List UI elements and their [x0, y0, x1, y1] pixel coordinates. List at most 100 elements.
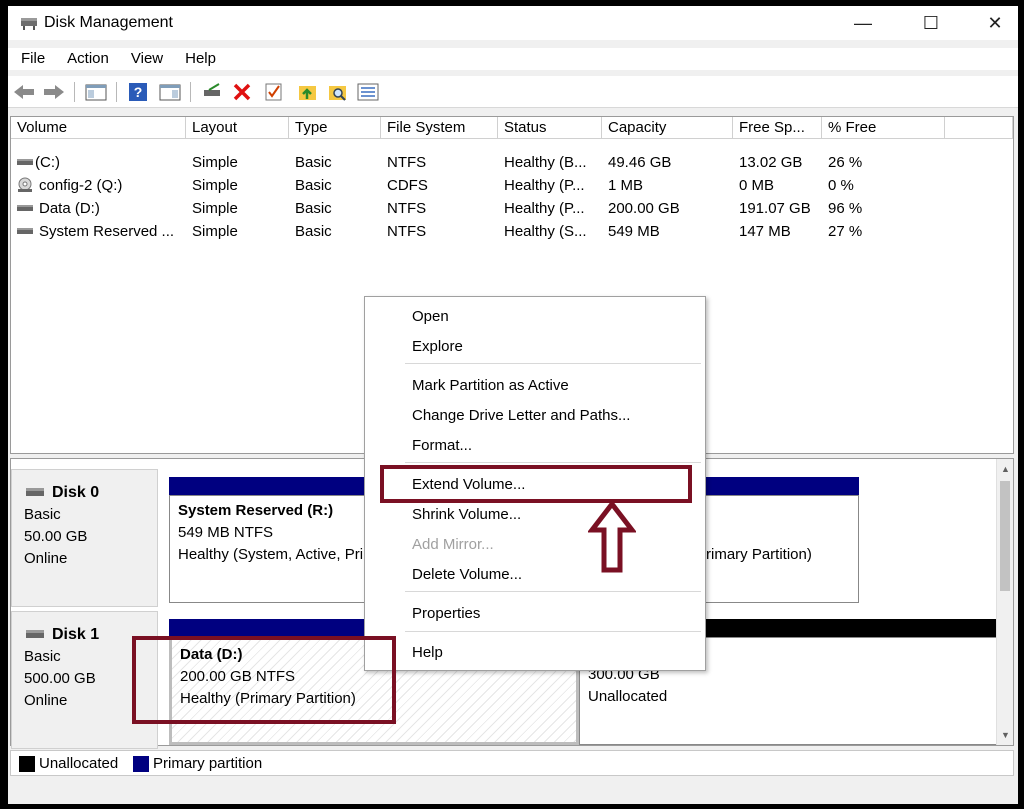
action-pane-icon[interactable] — [158, 80, 182, 104]
column-status[interactable]: Status — [498, 117, 602, 139]
status-bar — [8, 778, 1018, 804]
menu-action[interactable]: Action — [54, 48, 118, 70]
table-row[interactable]: (C:) Simple Basic NTFS Healthy (B... 49.… — [11, 151, 1013, 174]
cell-free-space: 0 MB — [739, 177, 775, 194]
disk-name: Disk 1 — [52, 626, 100, 643]
cell-file-system: NTFS — [387, 154, 427, 171]
maximize-button[interactable]: ☐ — [908, 6, 954, 40]
menu-item-change-drive-letter[interactable]: Change Drive Letter and Paths... — [412, 402, 630, 430]
menu-separator — [405, 462, 701, 463]
minimize-button[interactable]: — — [840, 6, 886, 40]
connect-drive-icon[interactable] — [200, 80, 224, 104]
toolbar: ? — [8, 76, 1018, 108]
menu-item-help[interactable]: Help — [412, 639, 443, 667]
partition-status: rimary Partition) — [706, 546, 812, 563]
table-row[interactable]: Data (D:) Simple Basic NTFS Healthy (P..… — [11, 197, 1013, 220]
partition-status: Unallocated — [588, 688, 668, 705]
scrollbar-thumb[interactable] — [1000, 481, 1010, 591]
folder-up-icon[interactable] — [296, 80, 320, 104]
menu-item-mark-active[interactable]: Mark Partition as Active — [412, 372, 569, 400]
menu-item-add-mirror: Add Mirror... — [412, 536, 494, 553]
cell-free-space: 191.07 GB — [739, 200, 811, 217]
menu-item-shrink-volume[interactable]: Shrink Volume... — [412, 501, 521, 529]
table-row[interactable]: System Reserved ... Simple Basic NTFS He… — [11, 220, 1013, 243]
cell-file-system: CDFS — [387, 177, 428, 194]
cell-free-space: 147 MB — [739, 223, 791, 240]
cell-volume: Data (D:) — [39, 200, 100, 217]
scroll-down-icon[interactable]: ▼ — [997, 727, 1014, 743]
cell-layout: Simple — [192, 200, 238, 217]
column-layout[interactable]: Layout — [186, 117, 289, 139]
menu-bar: File Action View Help — [8, 48, 1018, 70]
menu-view[interactable]: View — [118, 48, 172, 70]
extend-volume-highlight — [380, 465, 692, 503]
vertical-scrollbar[interactable]: ▲ ▼ — [996, 459, 1013, 745]
disk-0-info[interactable]: Disk 0 Basic 50.00 GB Online — [11, 469, 158, 607]
disk-management-icon — [21, 18, 37, 30]
cell-type: Basic — [295, 223, 332, 240]
menu-item-delete-volume[interactable]: Delete Volume... — [412, 561, 522, 589]
cell-status: Healthy (S... — [504, 223, 587, 240]
table-row[interactable]: config-2 (Q:) Simple Basic CDFS Healthy … — [11, 174, 1013, 197]
legend-bar: Unallocated Primary partition — [10, 750, 1014, 776]
column-percent-free[interactable]: % Free — [822, 117, 945, 139]
cell-capacity: 549 MB — [608, 223, 660, 240]
annotation-arrow-icon — [588, 500, 636, 573]
forward-arrow-icon[interactable] — [42, 80, 66, 104]
column-capacity[interactable]: Capacity — [602, 117, 733, 139]
cell-percent-free: 0 % — [828, 177, 854, 194]
cell-volume: config-2 (Q:) — [39, 177, 123, 194]
cell-status: Healthy (B... — [504, 154, 587, 171]
disk-icon — [26, 488, 44, 496]
column-type[interactable]: Type — [289, 117, 381, 139]
window-title: Disk Management — [44, 14, 173, 31]
title-bar: Disk Management — ☐ ✕ — [8, 6, 1018, 40]
scroll-up-icon[interactable]: ▲ — [997, 461, 1014, 477]
drive-icon — [17, 228, 33, 234]
back-arrow-icon[interactable] — [12, 80, 36, 104]
cell-percent-free: 27 % — [828, 223, 863, 240]
cell-status: Healthy (P... — [504, 200, 585, 217]
column-volume[interactable]: Volume — [11, 117, 186, 139]
cell-layout: Simple — [192, 223, 238, 240]
cell-capacity: 200.00 GB — [608, 200, 680, 217]
delete-icon[interactable] — [230, 80, 254, 104]
menu-item-format[interactable]: Format... — [412, 432, 472, 460]
cell-volume: (C:) — [35, 154, 60, 171]
column-free-space[interactable]: Free Sp... — [733, 117, 822, 139]
properties-list-icon[interactable] — [356, 80, 380, 104]
menu-item-properties[interactable]: Properties — [412, 600, 480, 628]
drive-icon — [17, 205, 33, 211]
data-partition-highlight — [132, 636, 396, 724]
cell-type: Basic — [295, 154, 332, 171]
column-file-system[interactable]: File System — [381, 117, 498, 139]
menu-item-open[interactable]: Open — [412, 303, 449, 331]
legend-unallocated: Unallocated — [39, 755, 119, 772]
disk-type: Basic — [24, 506, 61, 523]
menu-separator — [405, 591, 701, 592]
cell-free-space: 13.02 GB — [739, 154, 803, 171]
disk-name: Disk 0 — [52, 484, 100, 501]
disk-size: 50.00 GB — [24, 528, 88, 545]
cell-file-system: NTFS — [387, 200, 427, 217]
menu-help[interactable]: Help — [172, 48, 225, 70]
menu-separator — [405, 363, 701, 364]
column-spacer — [945, 117, 1013, 139]
folder-search-icon[interactable] — [326, 80, 350, 104]
check-icon[interactable] — [262, 80, 286, 104]
close-button[interactable]: ✕ — [972, 6, 1018, 40]
cell-capacity: 49.46 GB — [608, 154, 672, 171]
cell-type: Basic — [295, 200, 332, 217]
cell-volume: System Reserved ... — [39, 223, 175, 240]
menu-item-explore[interactable]: Explore — [412, 333, 463, 361]
cd-drive-icon — [18, 177, 32, 192]
menu-file[interactable]: File — [8, 48, 54, 70]
cell-layout: Simple — [192, 177, 238, 194]
cell-percent-free: 26 % — [828, 154, 863, 171]
menu-separator — [405, 631, 701, 632]
cell-status: Healthy (P... — [504, 177, 585, 194]
console-tree-icon[interactable] — [84, 80, 108, 104]
cell-capacity: 1 MB — [608, 177, 644, 194]
cell-file-system: NTFS — [387, 223, 427, 240]
help-icon[interactable]: ? — [126, 80, 150, 104]
